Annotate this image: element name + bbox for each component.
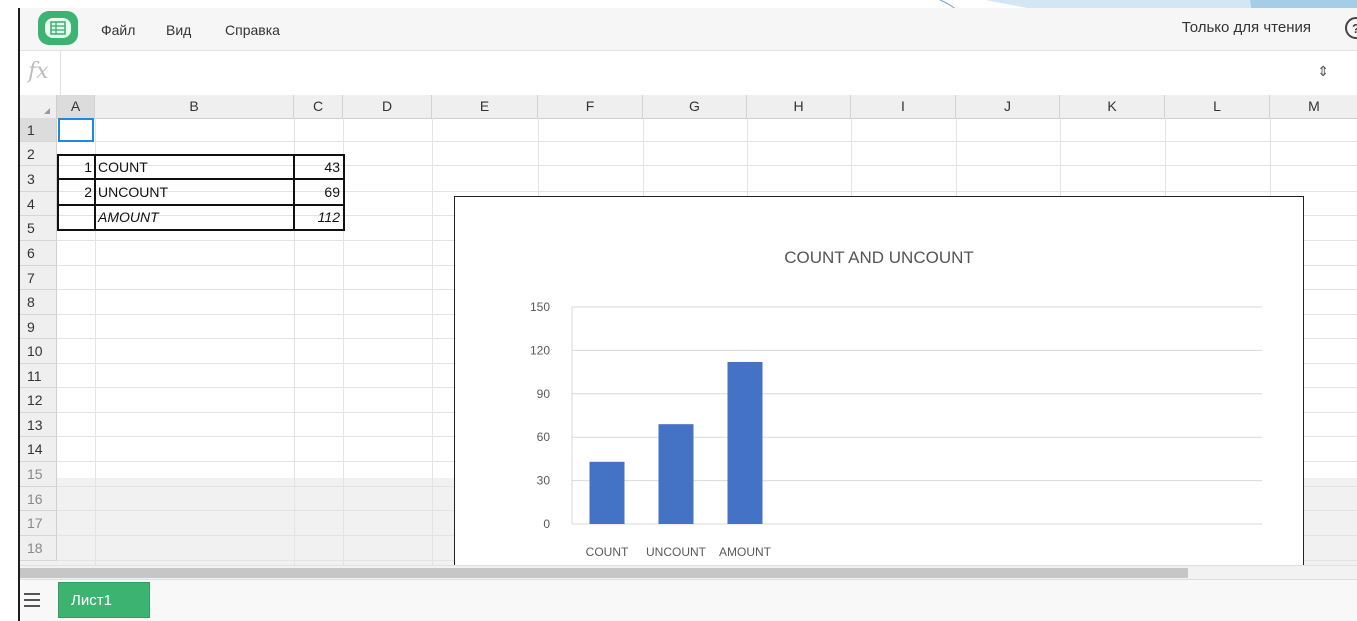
- column-header-C[interactable]: C: [294, 95, 343, 118]
- menu-bar: Файл Вид Справка Только для чтения ?: [20, 8, 1357, 50]
- grid-vline: [432, 118, 433, 573]
- horizontal-scrollbar[interactable]: [20, 565, 1357, 580]
- column-header-K[interactable]: K: [1060, 95, 1165, 118]
- menu-view[interactable]: Вид: [166, 22, 191, 38]
- column-header-F[interactable]: F: [538, 95, 643, 118]
- column-header-M[interactable]: M: [1270, 95, 1357, 118]
- column-header-E[interactable]: E: [432, 95, 538, 118]
- y-tick-label: 90: [537, 387, 551, 401]
- scrollbar-thumb[interactable]: [20, 568, 1188, 578]
- active-cell-A1[interactable]: [58, 118, 94, 142]
- row-header-11[interactable]: 11: [20, 364, 57, 388]
- formula-bar: fx ⇕: [20, 50, 1357, 96]
- row-header-15[interactable]: 15: [20, 462, 57, 487]
- row-header-8[interactable]: 8: [20, 290, 57, 315]
- bar-count[interactable]: [589, 461, 625, 524]
- row-header-18[interactable]: 18: [20, 536, 57, 561]
- sheet-list-menu-icon[interactable]: [24, 589, 46, 611]
- x-category-label: UNCOUNT: [646, 545, 707, 559]
- formula-divider: [60, 51, 61, 95]
- table-border-colA: [94, 154, 96, 231]
- row-header-5[interactable]: 5: [20, 216, 57, 241]
- sheet-tab[interactable]: Лист1: [58, 582, 150, 618]
- column-header-A[interactable]: A: [57, 95, 95, 118]
- menu-file[interactable]: Файл: [101, 22, 135, 38]
- row-header-1[interactable]: 1: [20, 118, 57, 142]
- expand-formula-icon[interactable]: ⇕: [1317, 63, 1329, 80]
- x-category-label: COUNT: [586, 545, 629, 559]
- column-header-D[interactable]: D: [343, 95, 432, 118]
- readonly-status: Только для чтения: [1181, 19, 1311, 36]
- row-header-17[interactable]: 17: [20, 511, 57, 536]
- row-header-3[interactable]: 3: [20, 166, 57, 192]
- menu-help[interactable]: Справка: [225, 22, 280, 38]
- row-header-16[interactable]: 16: [20, 487, 57, 511]
- column-header-I[interactable]: I: [851, 95, 956, 118]
- column-header-J[interactable]: J: [956, 95, 1060, 118]
- column-header-L[interactable]: L: [1165, 95, 1270, 118]
- help-icon[interactable]: ?: [1345, 17, 1357, 39]
- row-header-14[interactable]: 14: [20, 437, 57, 462]
- row-header-6[interactable]: 6: [20, 241, 57, 266]
- y-tick-label: 0: [543, 517, 550, 531]
- row-header-9[interactable]: 9: [20, 315, 57, 339]
- column-header-G[interactable]: G: [643, 95, 747, 118]
- table-border-row2: [57, 178, 345, 180]
- bar-chart[interactable]: COUNT AND UNCOUNT 0 30 60 90 120 150 COUNT UNCO…: [454, 196, 1304, 573]
- corner-triangle-icon: [44, 108, 50, 114]
- bar-amount[interactable]: [727, 361, 763, 524]
- sheet-tabs-bar: Лист1: [20, 579, 1357, 621]
- chart-plot: 0 30 60 90 120 150 COUNT UNCOUNT AMOUNT: [530, 300, 1262, 559]
- spreadsheet-grid[interactable]: ABCDEFGHIJKLM 1 2 3 4 5 6 7 8 9 10 11 12 13 14 15 16 17 1…: [20, 95, 1357, 573]
- y-tick-label: 60: [537, 430, 551, 444]
- table-border: [57, 154, 345, 231]
- fx-icon: fx: [28, 59, 49, 84]
- select-all-corner[interactable]: [20, 95, 57, 118]
- y-tick-label: 150: [530, 300, 550, 314]
- grid-hline: [57, 141, 1357, 142]
- column-header-H[interactable]: H: [747, 95, 851, 118]
- column-header-B[interactable]: B: [95, 95, 294, 118]
- y-tick-label: 30: [537, 474, 551, 488]
- column-headers: ABCDEFGHIJKLM: [20, 95, 1357, 119]
- row-header-12[interactable]: 12: [20, 388, 57, 413]
- row-header-7[interactable]: 7: [20, 266, 57, 290]
- table-border-row3: [57, 204, 345, 206]
- x-category-label: AMOUNT: [719, 545, 772, 559]
- row-header-10[interactable]: 10: [20, 339, 57, 364]
- spreadsheet-app: Файл Вид Справка Только для чтения ? fx …: [18, 8, 1357, 621]
- bar-uncount[interactable]: [658, 424, 694, 524]
- table-icon: [50, 21, 66, 35]
- row-header-13[interactable]: 13: [20, 413, 57, 437]
- row-header-2[interactable]: 2: [20, 142, 57, 166]
- table-border-colB: [293, 154, 295, 231]
- y-tick-label: 120: [530, 343, 550, 357]
- formula-input[interactable]: [62, 57, 1296, 89]
- spreadsheet-app-icon[interactable]: [38, 11, 78, 45]
- row-header-4[interactable]: 4: [20, 192, 57, 216]
